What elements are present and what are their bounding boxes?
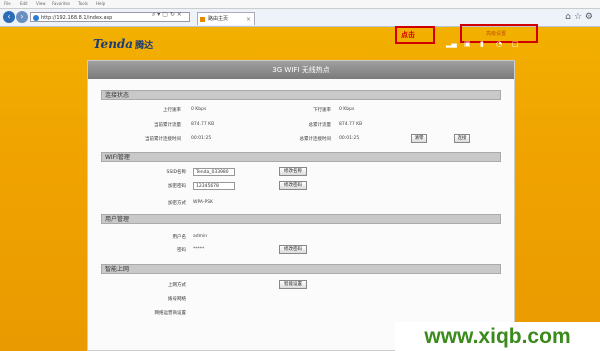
browser-tools: ⌂☆⚙: [565, 12, 596, 22]
connect-button[interactable]: 连接: [454, 134, 470, 143]
panel-title: 3G WIFI 无线热点: [88, 61, 514, 79]
password-value: *****: [193, 247, 205, 252]
encryption-label: 加密方式: [168, 201, 186, 206]
sim-icon: ▣: [464, 40, 471, 48]
carrier-settings-label: 网络运营商设置: [154, 311, 187, 316]
home-icon[interactable]: ⌂: [565, 12, 574, 22]
forward-icon[interactable]: ›: [16, 11, 28, 23]
address-tools: ⌕ ▾ ▢ ↻ ×: [152, 11, 182, 19]
tab-favicon-icon: [200, 17, 205, 22]
password-label: 密码: [177, 248, 186, 253]
star-icon[interactable]: ☆: [574, 12, 585, 22]
main-panel: 3G WIFI 无线热点 连接状态 上行速率 0 Kbps 下行速率 0 Kbp…: [87, 60, 515, 351]
encryption-value: WPA-PSK: [193, 200, 213, 205]
current-time-label: 当前累计连接时间: [145, 137, 181, 142]
clear-button[interactable]: 清零: [411, 134, 427, 143]
ssid-input[interactable]: Tenda_033980: [193, 168, 235, 176]
refresh-icon[interactable]: ↻: [170, 11, 175, 18]
username-value: admin: [193, 234, 208, 239]
current-time-value: 00:01:25: [191, 136, 212, 141]
wifi-password-label: 加密密码: [168, 184, 186, 189]
dropdown-icon[interactable]: ▾: [157, 11, 160, 18]
ssid-label: SSID名称: [166, 170, 186, 175]
user-management-header: 用户管理: [101, 214, 501, 224]
back-icon[interactable]: ‹: [3, 11, 15, 23]
ie-icon: [33, 15, 39, 21]
smart-internet-header: 智能上网: [101, 264, 501, 274]
change-wifi-password-button[interactable]: 修改密码: [279, 181, 307, 190]
power-icon: □: [512, 40, 519, 48]
wifi-management-section: WIFI管理 SSID名称 Tenda_033980 修改名称 加密密码 123…: [101, 152, 501, 210]
menu-file[interactable]: File: [4, 1, 11, 6]
click-annotation: 点击: [395, 26, 435, 44]
current-traffic-value: 874.77 KB: [191, 122, 215, 127]
tenda-logo: Tenda 腾达: [93, 37, 154, 51]
close-icon[interactable]: ×: [177, 11, 182, 18]
total-traffic-label: 总累计流量: [308, 123, 332, 128]
smart-internet-section: 智能上网 上网方式 智能设置 拨号网络 网络运营商设置: [101, 264, 501, 324]
user-management-section: 用户管理 用户名 admin 密码 ***** 修改密码: [101, 214, 501, 260]
total-time-label: 总累计连接时间: [299, 137, 332, 142]
total-time-value: 00:01:25: [339, 136, 360, 141]
wifi-password-input[interactable]: 12345678: [193, 182, 235, 190]
wifi-icon: ◔: [496, 40, 503, 48]
gear-icon[interactable]: ⚙: [585, 12, 596, 22]
menu-tools[interactable]: Tools: [78, 1, 88, 6]
connection-status-header: 连接状态: [101, 90, 501, 100]
signal-icon: ▂▄: [446, 40, 457, 48]
down-rate-value: 0 Kbps: [339, 107, 355, 112]
connection-method-label: 上网方式: [168, 283, 186, 288]
tab-router-home[interactable]: 路由主页 ×: [197, 12, 255, 25]
tab-close-icon[interactable]: ×: [246, 13, 251, 26]
browser-menu-bar: File Edit View Favorites Tools Help: [0, 0, 600, 9]
current-traffic-label: 当前累计流量: [154, 123, 181, 128]
up-rate-label: 上行速率: [163, 108, 181, 113]
connection-status-section: 连接状态 上行速率 0 Kbps 下行速率 0 Kbps 当前累计流量 874.…: [101, 90, 501, 148]
menu-edit[interactable]: Edit: [20, 1, 28, 6]
username-label: 用户名: [172, 235, 187, 240]
change-ssid-button[interactable]: 修改名称: [279, 167, 307, 176]
down-rate-label: 下行速率: [313, 108, 331, 113]
up-rate-value: 0 Kbps: [191, 107, 207, 112]
menu-view[interactable]: View: [36, 1, 46, 6]
smart-setup-button[interactable]: 智能设置: [279, 280, 307, 289]
change-password-button[interactable]: 修改密码: [279, 245, 307, 254]
lock-icon: ▢: [162, 11, 168, 18]
search-icon[interactable]: ⌕: [152, 11, 155, 18]
menu-help[interactable]: Help: [96, 1, 105, 6]
total-traffic-value: 874.77 KB: [339, 122, 363, 127]
site-watermark: www.xiqb.com: [395, 322, 600, 351]
dialup-label: 拨号网络: [168, 297, 186, 302]
menu-favorites[interactable]: Favorites: [52, 1, 70, 6]
battery-icon: ▮: [480, 40, 484, 48]
wifi-management-header: WIFI管理: [101, 152, 501, 162]
